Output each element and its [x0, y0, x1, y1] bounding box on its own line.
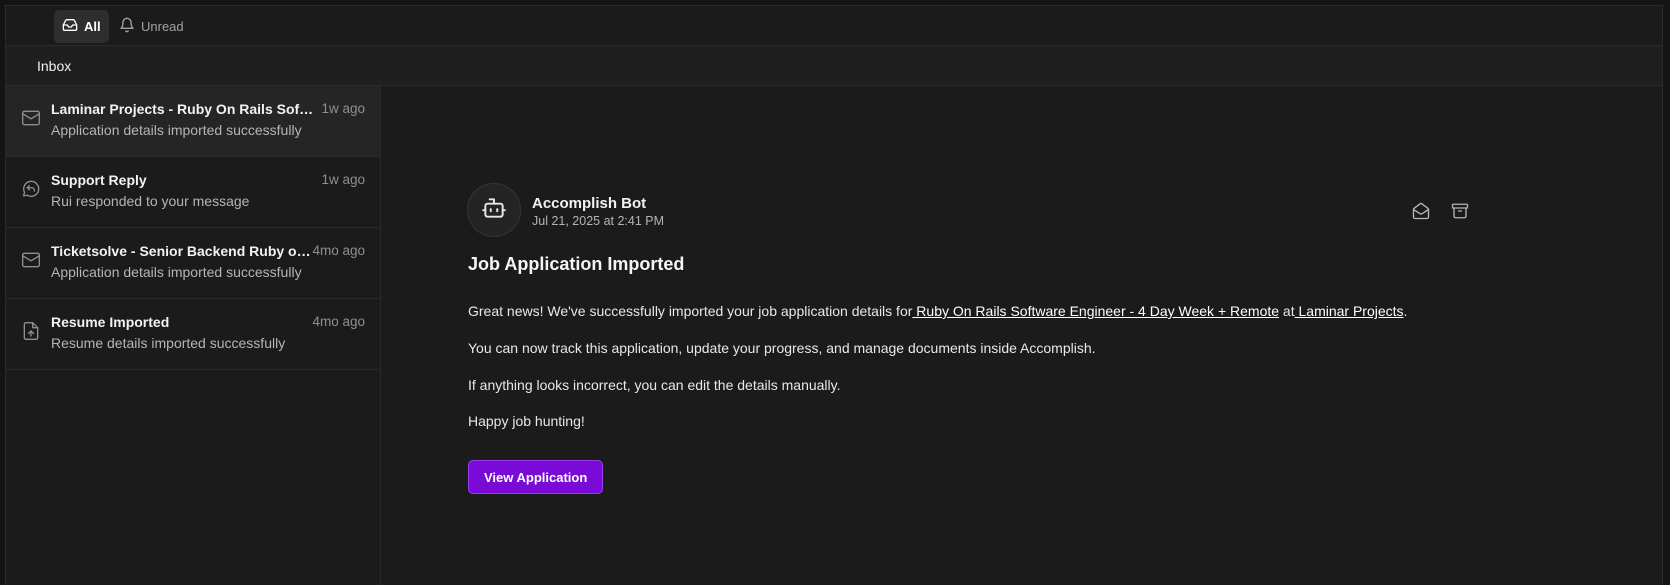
mail-icon — [21, 108, 41, 128]
message-title: Job Application Imported — [468, 254, 685, 274]
view-application-button[interactable]: View Application — [468, 460, 604, 494]
list-item-time: 1w ago — [321, 172, 365, 187]
message-date: Jul 21, 2025 at 2:41 PM — [532, 214, 665, 228]
mark-read-icon[interactable] — [1412, 202, 1430, 220]
bot-icon — [481, 195, 507, 226]
inbox-icon — [62, 17, 78, 36]
message-paragraph: If anything looks incorrect, you can edi… — [468, 377, 841, 393]
paragraph-text: Great news! We've successfully imported … — [468, 303, 913, 319]
list-item-subtitle: Application details imported successfull… — [51, 122, 302, 138]
mail-icon — [21, 250, 41, 270]
paragraph-text: at — [1279, 303, 1295, 319]
list-item-time: 4mo ago — [312, 314, 365, 329]
filter-bar: All Unread — [6, 6, 1662, 46]
message-list: Laminar Projects - Ruby On Rails Softwa.… — [6, 86, 381, 585]
company-link[interactable]: Laminar Projects — [1295, 303, 1403, 319]
list-item[interactable]: Ticketsolve - Senior Backend Ruby on ...… — [6, 228, 380, 299]
bell-icon — [119, 17, 135, 36]
filter-all-button[interactable]: All — [54, 10, 109, 43]
list-item[interactable]: Resume Imported 4mo ago Resume details i… — [6, 299, 380, 370]
filter-unread-label: Unread — [141, 19, 184, 34]
list-item[interactable]: Laminar Projects - Ruby On Rails Softwa.… — [6, 86, 380, 157]
sender-name: Accomplish Bot — [532, 195, 647, 212]
list-item-title: Ticketsolve - Senior Backend Ruby on ... — [51, 243, 316, 259]
message-paragraph: Happy job hunting! — [468, 413, 585, 429]
avatar — [467, 183, 521, 237]
inbox-header: Inbox — [6, 46, 1662, 86]
message-detail: Accomplish Bot Jul 21, 2025 at 2:41 PM J… — [381, 86, 1662, 585]
list-item-time: 4mo ago — [312, 243, 365, 258]
inbox-title: Inbox — [37, 57, 72, 74]
list-item-title: Resume Imported — [51, 314, 170, 330]
message-paragraph: Great news! We've successfully imported … — [468, 303, 1407, 319]
list-item[interactable]: Support Reply 1w ago Rui responded to yo… — [6, 157, 380, 228]
archive-icon[interactable] — [1451, 202, 1469, 220]
filter-unread-button[interactable]: Unread — [111, 10, 192, 43]
list-item-time: 1w ago — [321, 101, 365, 116]
filter-all-label: All — [84, 19, 101, 34]
message-reply-icon — [21, 179, 41, 199]
app-window: All Unread Inbox Laminar Projects - Ruby… — [5, 5, 1663, 585]
list-item-subtitle: Application details imported successfull… — [51, 264, 302, 280]
message-paragraph: You can now track this application, upda… — [468, 340, 1096, 356]
list-item-title: Laminar Projects - Ruby On Rails Softwa.… — [51, 101, 316, 117]
list-item-subtitle: Rui responded to your message — [51, 193, 250, 209]
job-title-link[interactable]: Ruby On Rails Software Engineer - 4 Day … — [912, 303, 1279, 319]
list-item-title: Support Reply — [51, 172, 147, 188]
file-upload-icon — [21, 321, 41, 341]
list-item-subtitle: Resume details imported successfully — [51, 335, 286, 351]
paragraph-text: . — [1403, 303, 1408, 319]
